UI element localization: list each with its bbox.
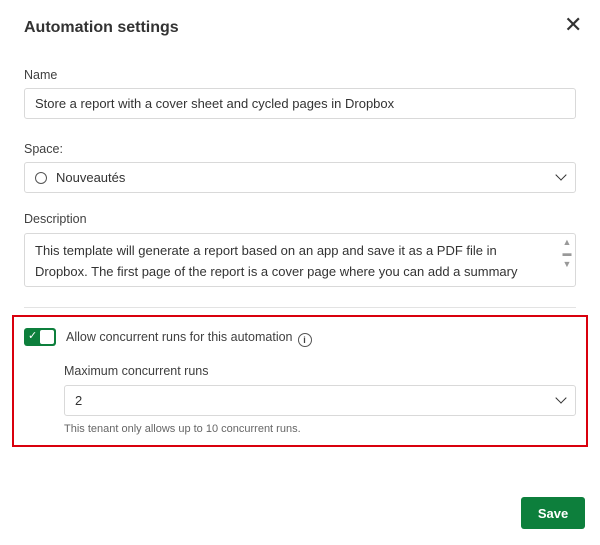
chevron-down-icon [555, 169, 567, 181]
max-runs-select[interactable]: 2 [64, 385, 576, 416]
name-value: Store a report with a cover sheet and cy… [35, 96, 395, 111]
description-label: Description [24, 212, 87, 226]
description-value: This template will generate a report bas… [35, 243, 536, 286]
scrollbar[interactable]: ▲ ▬ ▼ [562, 237, 572, 270]
concurrent-runs-toggle[interactable]: ✓ [24, 328, 56, 346]
divider [24, 307, 576, 308]
save-button[interactable]: Save [521, 497, 585, 529]
space-icon [35, 171, 47, 184]
close-icon[interactable]: ✕ [564, 14, 582, 36]
max-runs-hint: This tenant only allows up to 10 concurr… [64, 423, 301, 435]
check-icon: ✓ [28, 330, 38, 342]
toggle-label-row: Allow concurrent runs for this automatio… [66, 330, 312, 347]
dialog-title: Automation settings [24, 19, 179, 36]
description-textarea[interactable]: This template will generate a report bas… [24, 233, 576, 287]
max-runs-value: 2 [75, 393, 83, 408]
space-select[interactable]: Nouveautés [24, 162, 576, 193]
name-input[interactable]: Store a report with a cover sheet and cy… [24, 88, 576, 119]
chevron-down-icon [555, 392, 567, 404]
space-label: Space: [24, 142, 63, 156]
name-label: Name [24, 68, 58, 82]
space-value: Nouveautés [56, 170, 126, 185]
info-icon[interactable]: i [297, 333, 312, 347]
max-runs-label: Maximum concurrent runs [64, 364, 209, 378]
toggle-label: Allow concurrent runs for this automatio… [66, 330, 293, 344]
